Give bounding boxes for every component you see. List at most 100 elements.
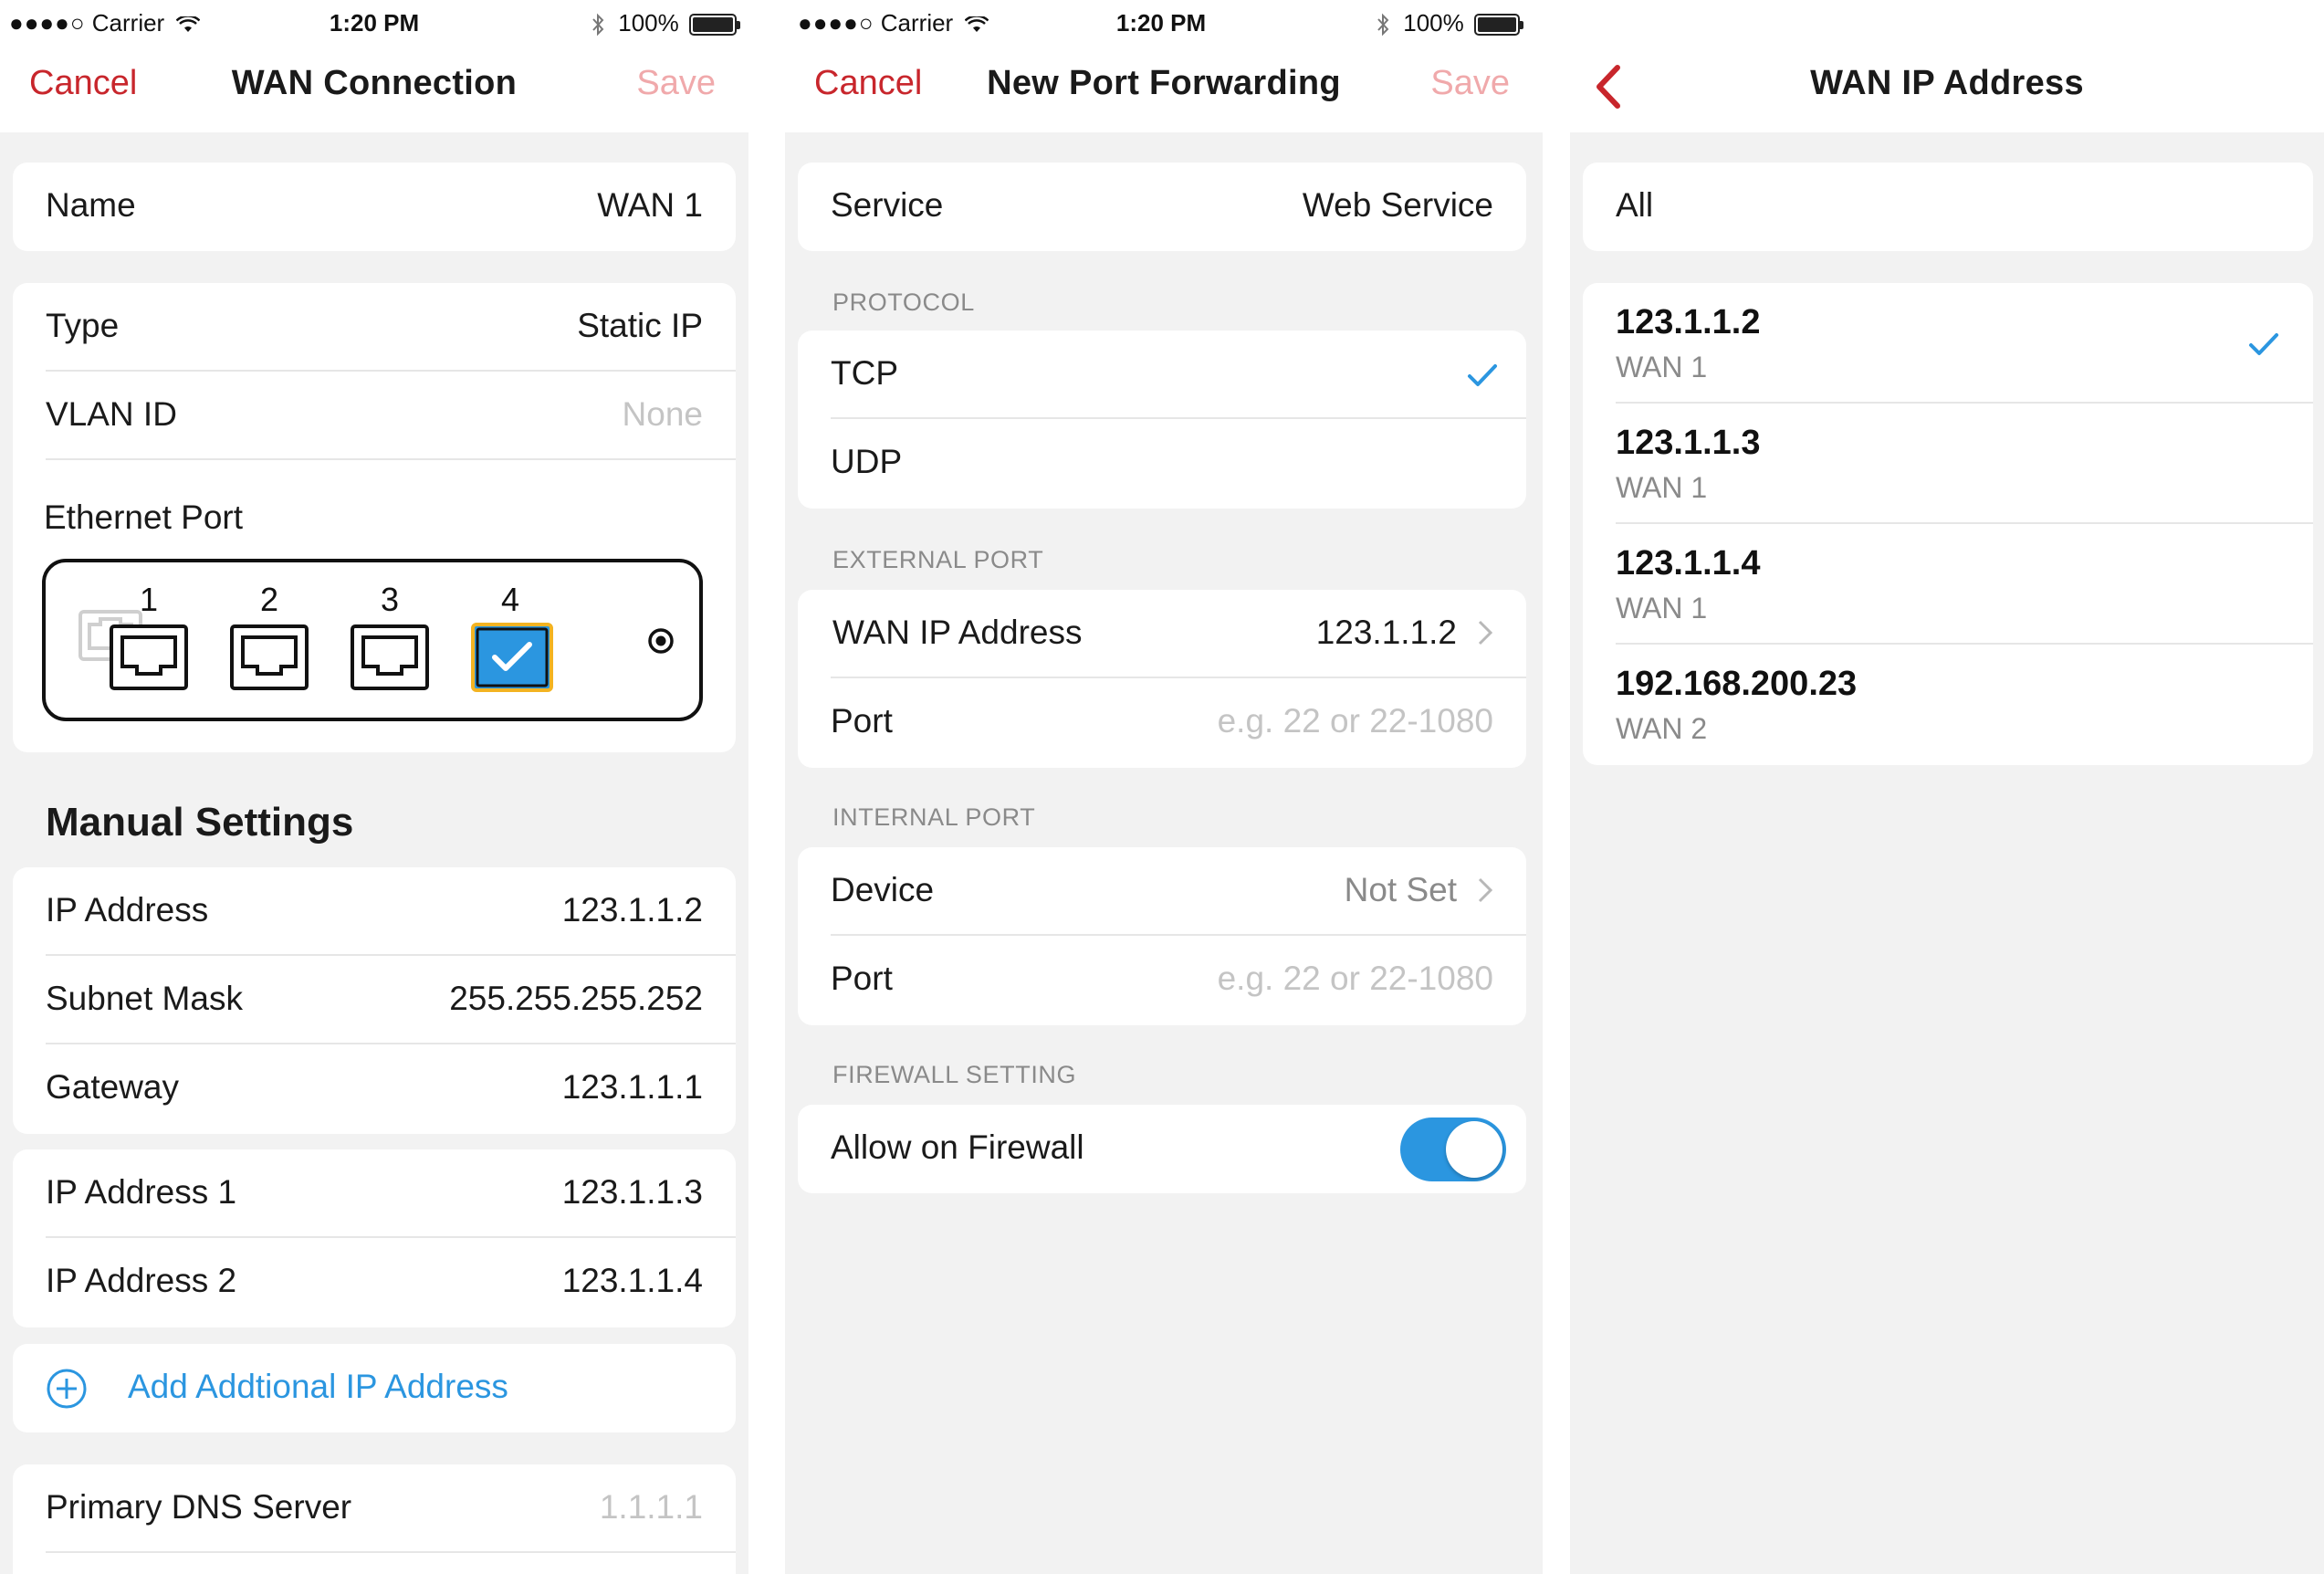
name-row[interactable]: Name WAN 1	[13, 163, 736, 251]
save-button[interactable]: Save	[1430, 64, 1510, 103]
add-ip-button[interactable]: Add Addtional IP Address	[13, 1344, 736, 1432]
bluetooth-icon	[1377, 13, 1389, 37]
name-card: Name WAN 1	[13, 163, 736, 251]
nav-bar: WAN IP Address	[1570, 55, 2324, 119]
wan-ip-address-row[interactable]: WAN IP Address 123.1.1.2	[798, 590, 1526, 678]
ethernet-port-1-icon[interactable]	[110, 624, 188, 690]
address-wan: WAN 1	[1616, 471, 1708, 504]
protocol-option-tcp[interactable]: TCP	[798, 331, 1526, 419]
internal-port-input[interactable]: e.g. 22 or 22-1080	[1218, 960, 1493, 998]
address-row[interactable]: 123.1.1.4 WAN 1	[1583, 524, 2313, 645]
device-label: Device	[831, 871, 935, 908]
wifi-icon	[965, 16, 989, 33]
chevron-right-icon	[1478, 877, 1493, 903]
bluetooth-icon	[592, 13, 604, 37]
add-ip-card: Add Addtional IP Address	[13, 1344, 736, 1432]
internal-port-section-header: INTERNAL PORT	[832, 803, 1036, 831]
ip-address-2-value[interactable]: 123.1.1.4	[562, 1262, 703, 1300]
nav-bar: WAN Connection Cancel Save	[0, 55, 748, 119]
save-button[interactable]: Save	[636, 64, 716, 103]
address-ip: 123.1.1.2	[1616, 303, 1761, 341]
internal-port-label: Port	[831, 960, 893, 997]
ip-address-label: IP Address	[46, 891, 209, 929]
ethernet-port-selector: 1 2 3 4	[42, 559, 703, 721]
external-port-input[interactable]: e.g. 22 or 22-1080	[1218, 702, 1493, 740]
chevron-right-icon	[1478, 620, 1493, 645]
ip-address-2-label: IP Address 2	[46, 1262, 237, 1299]
carrier-indicator: ●●●●○ Carrier	[9, 9, 201, 37]
address-wan: WAN 2	[1616, 712, 1708, 745]
address-list-card: 123.1.1.2 WAN 1 123.1.1.3 WAN 1 123.1.1.…	[1583, 283, 2313, 765]
all-label: All	[1616, 186, 1654, 224]
dns-card: Primary DNS Server 1.1.1.1	[13, 1464, 736, 1574]
subnet-mask-value[interactable]: 255.255.255.252	[449, 980, 703, 1018]
status-bar: ●●●●○ Carrier 1:20 PM 100%	[0, 0, 748, 46]
firewall-section-header: FIREWALL SETTING	[832, 1061, 1077, 1088]
protocol-option-udp[interactable]: UDP	[798, 419, 1526, 508]
top-bar: WAN IP Address	[1570, 0, 2324, 132]
signal-icon: ●●●●○	[798, 9, 874, 37]
nav-bar: New Port Forwarding Cancel Save	[785, 55, 1543, 119]
divider	[46, 458, 736, 460]
connection-card: Type Static IP VLAN ID None Ethernet Por…	[13, 283, 736, 752]
gateway-label: Gateway	[46, 1068, 180, 1106]
cancel-button[interactable]: Cancel	[814, 64, 922, 103]
wan-ip-label: WAN IP Address	[832, 614, 1083, 651]
checkmark-icon	[2249, 333, 2278, 355]
address-wan: WAN 1	[1616, 351, 1708, 383]
primary-dns-label: Primary DNS Server	[46, 1488, 352, 1526]
firewall-label: Allow on Firewall	[831, 1128, 1084, 1166]
subnet-mask-label: Subnet Mask	[46, 980, 243, 1017]
address-row[interactable]: 123.1.1.2 WAN 1	[1583, 283, 2313, 404]
ip-address-1-label: IP Address 1	[46, 1173, 237, 1211]
gateway-value[interactable]: 123.1.1.1	[562, 1068, 703, 1107]
top-bar: ●●●●○ Carrier 1:20 PM 100% WAN Connectio…	[0, 0, 748, 132]
ip-address-1-row[interactable]: IP Address 1 123.1.1.3	[13, 1149, 736, 1238]
primary-dns-input[interactable]: 1.1.1.1	[600, 1488, 703, 1527]
address-ip: 123.1.1.3	[1616, 424, 1761, 462]
manual-settings-card: IP Address 123.1.1.2 Subnet Mask 255.255…	[13, 867, 736, 1134]
address-wan: WAN 1	[1616, 592, 1708, 624]
service-row[interactable]: Service Web Service	[798, 163, 1526, 251]
all-option-row[interactable]: All	[1583, 163, 2313, 251]
ethernet-label: Ethernet Port	[44, 498, 244, 536]
page-title: WAN IP Address	[1810, 64, 2084, 102]
type-value: Static IP	[577, 307, 703, 344]
address-ip: 192.168.200.23	[1616, 665, 1858, 703]
wifi-icon	[176, 16, 201, 33]
address-row[interactable]: 192.168.200.23 WAN 2	[1583, 645, 2313, 765]
name-value: WAN 1	[597, 186, 703, 224]
ip-address-2-row[interactable]: IP Address 2 123.1.1.4	[13, 1238, 736, 1327]
battery-icon	[688, 14, 740, 37]
ethernet-port-4-selected-icon[interactable]	[471, 623, 553, 692]
ethernet-port-3-icon[interactable]	[351, 624, 429, 690]
service-card: Service Web Service	[798, 163, 1526, 251]
tcp-label: TCP	[831, 354, 898, 392]
device-value: Not Set	[1344, 871, 1457, 908]
internal-port-row[interactable]: Port e.g. 22 or 22-1080	[798, 936, 1526, 1024]
ip-address-row[interactable]: IP Address 123.1.1.2	[13, 867, 736, 956]
vlan-label: VLAN ID	[46, 395, 177, 433]
checkmark-icon	[1468, 364, 1497, 386]
wan-ip-value: 123.1.1.2	[1315, 614, 1457, 651]
address-row[interactable]: 123.1.1.3 WAN 1	[1583, 404, 2313, 524]
clock: 1:20 PM	[329, 9, 420, 37]
vlan-input[interactable]: None	[623, 395, 703, 434]
battery-percent: 100%	[1403, 9, 1464, 37]
ethernet-port-2-icon[interactable]	[230, 624, 309, 690]
clock: 1:20 PM	[1115, 9, 1207, 37]
firewall-toggle[interactable]	[1400, 1118, 1506, 1181]
subnet-mask-row[interactable]: Subnet Mask 255.255.255.252	[13, 956, 736, 1044]
vlan-row[interactable]: VLAN ID None	[13, 372, 736, 460]
ip-address-1-value[interactable]: 123.1.1.3	[562, 1173, 703, 1212]
device-row[interactable]: Device Not Set	[798, 847, 1526, 936]
status-bar: ●●●●○ Carrier 1:20 PM 100%	[785, 0, 1543, 46]
external-port-row[interactable]: Port e.g. 22 or 22-1080	[798, 678, 1526, 767]
cancel-button[interactable]: Cancel	[29, 64, 137, 103]
primary-dns-row[interactable]: Primary DNS Server 1.1.1.1	[13, 1464, 736, 1553]
type-row[interactable]: Type Static IP	[13, 283, 736, 372]
gateway-row[interactable]: Gateway 123.1.1.1	[13, 1044, 736, 1133]
service-label: Service	[831, 186, 944, 224]
ip-address-value[interactable]: 123.1.1.2	[562, 891, 703, 929]
radio-target-icon	[648, 628, 674, 654]
